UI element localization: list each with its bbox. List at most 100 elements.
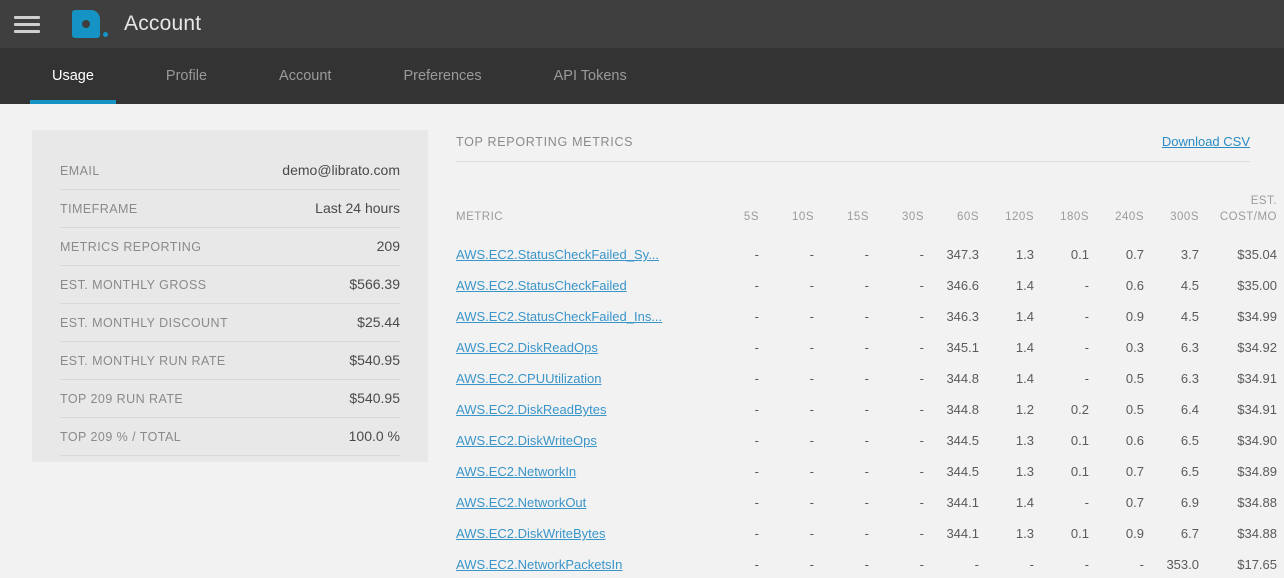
metric-est-cost: $34.91	[1237, 371, 1277, 387]
metric-name-cell: AWS.EC2.CPUUtilization	[456, 363, 704, 394]
column-header-300s[interactable]: 300S	[1144, 164, 1199, 239]
tab-api-tokens[interactable]: API Tokens	[532, 48, 649, 104]
metric-value-240s: 0.7	[1125, 464, 1144, 480]
metric-est-cost: $34.92	[1237, 340, 1277, 356]
summary-row-top-percent-total: TOP 209 % / TOTAL 100.0 %	[60, 418, 400, 456]
column-header-120s[interactable]: 120S	[979, 164, 1034, 239]
metric-link[interactable]: AWS.EC2.NetworkOut	[456, 495, 586, 510]
metric-value-180s: -	[1084, 309, 1089, 325]
metric-link[interactable]: AWS.EC2.StatusCheckFailed	[456, 278, 627, 293]
metric-link[interactable]: AWS.EC2.NetworkIn	[456, 464, 576, 479]
metric-name-cell: AWS.EC2.NetworkIn	[456, 456, 704, 487]
metric-value-10s: -	[809, 557, 814, 573]
table-row: AWS.EC2.StatusCheckFailed_Sy... - - - - 347.3…	[456, 239, 1277, 270]
metric-value-180s: 0.2	[1070, 402, 1089, 418]
metric-value-30s: -	[919, 278, 924, 294]
top-reporting-metrics-panel: TOP REPORTING METRICS Download CSV METRI…	[456, 130, 1277, 578]
summary-label: TOP 209 RUN RATE	[60, 392, 184, 406]
metric-link[interactable]: AWS.EC2.StatusCheckFailed_Ins...	[456, 309, 662, 324]
metric-link[interactable]: AWS.EC2.NetworkPacketsIn	[456, 557, 622, 572]
summary-value: Last 24 hours	[315, 200, 400, 216]
metric-value-30s: -	[919, 247, 924, 263]
metric-link[interactable]: AWS.EC2.StatusCheckFailed_Sy...	[456, 247, 659, 262]
metric-value-240s: 0.3	[1125, 340, 1144, 356]
metric-value-60s: 344.5	[946, 464, 979, 480]
column-header-30s[interactable]: 30S	[869, 164, 924, 239]
top-bar: Account	[0, 0, 1284, 48]
tab-preferences[interactable]: Preferences	[381, 48, 503, 104]
metric-value-30s: -	[919, 309, 924, 325]
metric-value-5s: -	[754, 433, 759, 449]
tab-usage[interactable]: Usage	[30, 48, 116, 104]
metric-value-60s: 344.8	[946, 402, 979, 418]
table-row: AWS.EC2.NetworkIn - - - - 344.5 1.3 0.1 0.7 6.5 $3…	[456, 456, 1277, 487]
metric-value-240s: 0.7	[1125, 247, 1144, 263]
metric-value-240s: 0.7	[1125, 495, 1144, 511]
metric-value-15s: -	[864, 247, 869, 263]
metric-value-180s: -	[1084, 495, 1089, 511]
summary-label: EST. MONTHLY GROSS	[60, 278, 207, 292]
metric-value-240s: 0.6	[1125, 278, 1144, 294]
column-header-10s[interactable]: 10S	[759, 164, 814, 239]
metric-value-5s: -	[754, 526, 759, 542]
column-header-60s[interactable]: 60S	[924, 164, 979, 239]
metric-name-cell: AWS.EC2.StatusCheckFailed_Ins...	[456, 301, 704, 332]
metric-value-240s: 0.5	[1125, 371, 1144, 387]
metric-value-300s: 6.7	[1180, 526, 1199, 542]
summary-value: $566.39	[349, 276, 400, 292]
metric-value-5s: -	[754, 402, 759, 418]
metric-value-300s: 6.5	[1180, 433, 1199, 449]
metric-value-30s: -	[919, 464, 924, 480]
metric-link[interactable]: AWS.EC2.CPUUtilization	[456, 371, 601, 386]
metric-est-cost: $34.99	[1237, 309, 1277, 325]
metric-value-10s: -	[809, 495, 814, 511]
metric-value-240s: 0.6	[1125, 433, 1144, 449]
hamburger-bar	[14, 29, 40, 33]
metric-value-60s: 344.1	[946, 495, 979, 511]
metric-value-120s: 1.2	[1015, 402, 1034, 418]
metric-name-cell: AWS.EC2.StatusCheckFailed	[456, 270, 704, 301]
table-row: AWS.EC2.StatusCheckFailed - - - - 346.6 1.4 - 0.…	[456, 270, 1277, 301]
metric-value-300s: 6.3	[1180, 340, 1199, 356]
table-row: AWS.EC2.StatusCheckFailed_Ins... - - - - 346.…	[456, 301, 1277, 332]
column-header-5s[interactable]: 5S	[704, 164, 759, 239]
tab-label: API Tokens	[553, 68, 627, 84]
metric-est-cost: $34.90	[1237, 433, 1277, 449]
metric-value-240s: 0.9	[1125, 526, 1144, 542]
brand-logo[interactable]	[72, 10, 108, 38]
main-content: EMAIL demo@librato.com TIMEFRAME Last 24…	[0, 104, 1284, 578]
metric-value-10s: -	[809, 278, 814, 294]
metric-value-120s: 1.3	[1015, 247, 1034, 263]
metric-value-10s: -	[809, 433, 814, 449]
metric-link[interactable]: AWS.EC2.DiskReadOps	[456, 340, 598, 355]
column-header-240s[interactable]: 240S	[1089, 164, 1144, 239]
column-header-180s[interactable]: 180S	[1034, 164, 1089, 239]
table-row: AWS.EC2.DiskWriteOps - - - - 344.5 1.3 0.1 0.6 6.…	[456, 425, 1277, 456]
metric-value-15s: -	[864, 495, 869, 511]
metric-value-15s: -	[864, 557, 869, 573]
table-row: AWS.EC2.DiskWriteBytes - - - - 344.1 1.3 0.1 0.9…	[456, 518, 1277, 549]
metric-est-cost: $17.65	[1237, 557, 1277, 573]
column-header-15s[interactable]: 15S	[814, 164, 869, 239]
hamburger-menu-icon[interactable]	[14, 14, 40, 34]
column-header-metric[interactable]: METRIC	[456, 164, 704, 239]
tab-account[interactable]: Account	[257, 48, 353, 104]
metric-value-300s: 6.9	[1180, 495, 1199, 511]
metric-value-180s: 0.1	[1070, 433, 1089, 449]
metric-link[interactable]: AWS.EC2.DiskWriteOps	[456, 433, 597, 448]
metric-value-180s: 0.1	[1070, 526, 1089, 542]
tab-profile[interactable]: Profile	[144, 48, 229, 104]
metrics-panel-header: TOP REPORTING METRICS Download CSV	[456, 134, 1250, 162]
metric-value-30s: -	[919, 495, 924, 511]
metric-value-300s: 4.5	[1180, 309, 1199, 325]
metric-value-60s: 344.1	[946, 526, 979, 542]
table-row: AWS.EC2.NetworkOut - - - - 344.1 1.4 - 0.7 6.9 $34…	[456, 487, 1277, 518]
column-header-est-cost-mo[interactable]: EST. COST/MO	[1199, 164, 1277, 239]
metric-link[interactable]: AWS.EC2.DiskReadBytes	[456, 402, 607, 417]
metric-link[interactable]: AWS.EC2.DiskWriteBytes	[456, 526, 606, 541]
download-csv-link[interactable]: Download CSV	[1162, 134, 1250, 149]
summary-value: 100.0 %	[348, 428, 400, 444]
metric-value-60s: 345.1	[946, 340, 979, 356]
logo-dot-icon	[103, 32, 108, 37]
metrics-panel-title: TOP REPORTING METRICS	[456, 135, 634, 149]
